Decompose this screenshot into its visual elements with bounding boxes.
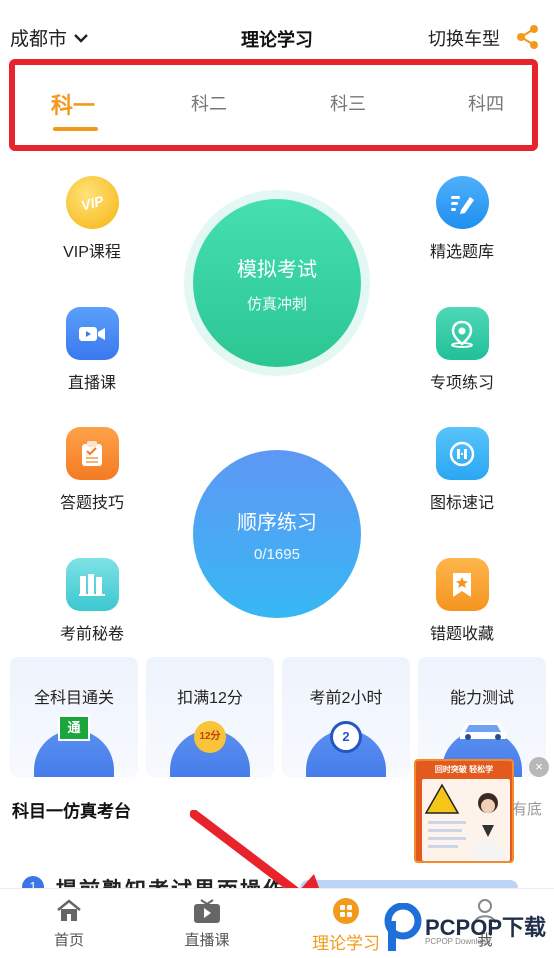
tab-subject-4[interactable]: 科四 [468,90,504,116]
share-icon[interactable] [516,24,540,50]
exam-secret-item[interactable]: 考前秘卷 [37,558,147,644]
subject-tabs: 科一 科二 科三 科四 [9,59,538,151]
edit-list-icon [435,176,489,229]
side-text: 有底 [512,801,543,818]
mock-exam-title: 模拟考试 [237,258,317,281]
live-course-label: 直播课 [67,375,116,392]
card-label: 考前2小时 [309,690,383,707]
section-title: 科目一仿真考台 [12,802,131,821]
tab-subject-3[interactable]: 科三 [330,90,366,116]
video-presenter-image [424,783,504,861]
question-bank-item[interactable]: 精选题库 [407,176,517,262]
sign-memory-label: 图标速记 [429,495,494,512]
books-icon [65,558,119,611]
live-course-item[interactable]: 直播课 [37,307,147,393]
stopwatch-icon: 2 [330,721,362,753]
exam-secret-label: 考前秘卷 [59,626,124,643]
sequential-practice-title: 顺序练习 [237,511,317,534]
video-popup[interactable]: 回时突破 轻松学 [414,759,514,863]
tab-subject-2[interactable]: 科二 [191,90,227,116]
card-label: 扣满12分 [177,690,243,707]
active-tab-indicator [53,127,98,131]
nav-live-label: 直播课 [184,932,230,949]
video-title: 回时突破 轻松学 [434,765,494,774]
tab-subject-1[interactable]: 科一 [51,88,95,120]
answer-tips-item[interactable]: 答题技巧 [37,427,147,513]
sign-circle-icon [435,427,489,480]
card-2-hours-before[interactable]: 考前2小时 2 [282,657,410,777]
card-label: 能力测试 [449,690,514,707]
card-label: 全科目通关 [33,690,114,707]
special-practice-item[interactable]: 专项练习 [407,307,517,393]
points-badge: 12分 [194,721,226,753]
bookmark-star-icon [435,558,489,611]
vip-badge-text: VIP [79,191,105,214]
sign-memory-item[interactable]: 图标速记 [407,427,517,513]
watermark-logo-icon [384,902,422,951]
location-pin-icon [435,307,489,360]
mock-exam-subtitle: 仿真冲刺 [246,295,307,313]
nav-theory[interactable]: 理论学习 [301,889,391,954]
switch-vehicle-button[interactable]: 切换车型 [428,25,500,51]
answer-tips-label: 答题技巧 [59,495,124,512]
close-icon[interactable]: × [529,757,549,777]
vip-course-label: VIP课程 [63,244,121,261]
card-all-subjects[interactable]: 全科目通关 通 [10,657,138,777]
nav-home[interactable]: 首页 [24,889,114,950]
grid-icon [332,897,360,925]
watermark-sub: PCPOP Download [425,937,491,946]
mock-exam-button[interactable]: 模拟考试 仿真冲刺 [193,199,361,367]
sequential-practice-progress: 0/1695 [254,545,300,563]
nav-live[interactable]: 直播课 [162,889,252,950]
play-icon [193,897,221,925]
vip-course-item[interactable]: VIP VIP课程 [37,176,147,262]
mistakes-label: 错题收藏 [429,626,494,643]
car-icon [460,723,506,740]
special-practice-label: 专项练习 [429,375,494,392]
sequential-practice-button[interactable]: 顺序练习 0/1695 [193,450,361,618]
nav-home-label: 首页 [53,932,84,949]
watermark: PCPOP下载 PCPOP Download [383,902,553,955]
vip-icon: VIP [65,176,119,229]
nav-theory-label: 理论学习 [312,934,380,953]
card-full-12-points[interactable]: 扣满12分 12分 [146,657,274,777]
clipboard-icon [65,427,119,480]
mistakes-item[interactable]: 错题收藏 [407,558,517,644]
video-camera-icon [65,307,119,360]
pass-badge: 通 [58,715,90,741]
question-bank-label: 精选题库 [429,244,494,261]
video-screen [422,779,510,861]
home-icon [55,897,83,925]
